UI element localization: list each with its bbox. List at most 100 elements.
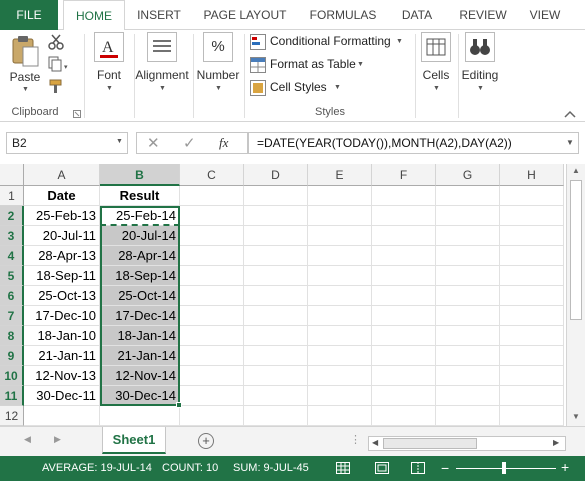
tab-review[interactable]: REVIEW: [452, 0, 514, 30]
cell-d5[interactable]: [244, 266, 308, 286]
cell-d6[interactable]: [244, 286, 308, 306]
row-header-12[interactable]: 12: [0, 406, 24, 426]
normal-view-icon[interactable]: [336, 462, 350, 474]
format-painter-icon[interactable]: [48, 78, 66, 94]
cell-f5[interactable]: [372, 266, 436, 286]
cell-c5[interactable]: [180, 266, 244, 286]
cell-h2[interactable]: [500, 206, 564, 226]
cell-b1[interactable]: Result: [100, 186, 180, 206]
page-break-view-icon[interactable]: [411, 462, 425, 474]
cell-c8[interactable]: [180, 326, 244, 346]
cell-f3[interactable]: [372, 226, 436, 246]
cell-g10[interactable]: [436, 366, 500, 386]
row-header-10[interactable]: 10: [0, 366, 24, 386]
tab-data[interactable]: DATA: [392, 0, 442, 30]
row-header-6[interactable]: 6: [0, 286, 24, 306]
cell-d7[interactable]: [244, 306, 308, 326]
cell-e10[interactable]: [308, 366, 372, 386]
cell-f9[interactable]: [372, 346, 436, 366]
collapse-ribbon-icon[interactable]: [564, 110, 576, 118]
expand-formula-icon[interactable]: ▼: [566, 138, 574, 147]
cell-h11[interactable]: [500, 386, 564, 406]
tab-insert[interactable]: INSERT: [128, 0, 190, 30]
cell-d10[interactable]: [244, 366, 308, 386]
cell-a11[interactable]: 30-Dec-11: [24, 386, 100, 406]
column-header-g[interactable]: G: [436, 164, 500, 186]
cell-g8[interactable]: [436, 326, 500, 346]
tab-view[interactable]: VIEW: [522, 0, 568, 30]
row-header-11[interactable]: 11: [0, 386, 24, 406]
cell-a10[interactable]: 12-Nov-13: [24, 366, 100, 386]
cell-c9[interactable]: [180, 346, 244, 366]
cell-g9[interactable]: [436, 346, 500, 366]
cell-a3[interactable]: 20-Jul-11: [24, 226, 100, 246]
cell-h3[interactable]: [500, 226, 564, 246]
cell-h4[interactable]: [500, 246, 564, 266]
editing-button[interactable]: Editing ▼: [460, 32, 500, 102]
column-header-f[interactable]: F: [372, 164, 436, 186]
sheet-tab-sheet1[interactable]: Sheet1: [102, 427, 166, 454]
cell-h7[interactable]: [500, 306, 564, 326]
cell-d9[interactable]: [244, 346, 308, 366]
cell-a5[interactable]: 18-Sep-11: [24, 266, 100, 286]
cell-e5[interactable]: [308, 266, 372, 286]
hscroll-thumb[interactable]: [383, 438, 477, 449]
cell-f11[interactable]: [372, 386, 436, 406]
tab-home[interactable]: HOME: [63, 0, 125, 31]
cell-d2[interactable]: [244, 206, 308, 226]
cell-g4[interactable]: [436, 246, 500, 266]
cell-d4[interactable]: [244, 246, 308, 266]
enter-icon[interactable]: ✓: [183, 134, 196, 152]
row-header-7[interactable]: 7: [0, 306, 24, 326]
cell-e8[interactable]: [308, 326, 372, 346]
name-box[interactable]: B2: [6, 132, 128, 154]
cells-button[interactable]: Cells ▼: [417, 32, 455, 102]
formula-input[interactable]: =DATE(YEAR(TODAY()),MONTH(A2),DAY(A2)): [248, 132, 579, 154]
cell-e9[interactable]: [308, 346, 372, 366]
cell-g11[interactable]: [436, 386, 500, 406]
paste-button[interactable]: Paste ▼: [6, 34, 44, 98]
worksheet-grid[interactable]: A B C D E F G H 1 Date Result 2 25-Feb-13 25-Feb-14 3 2…: [0, 164, 566, 426]
column-header-d[interactable]: D: [244, 164, 308, 186]
cell-h6[interactable]: [500, 286, 564, 306]
row-header-3[interactable]: 3: [0, 226, 24, 246]
fill-handle[interactable]: [176, 402, 182, 408]
insert-function-button[interactable]: fx: [219, 135, 228, 151]
cell-d12[interactable]: [244, 406, 308, 426]
scroll-down-icon[interactable]: ▼: [572, 412, 580, 421]
cell-d8[interactable]: [244, 326, 308, 346]
cell-c6[interactable]: [180, 286, 244, 306]
tab-file[interactable]: FILE: [0, 0, 58, 30]
zoom-slider[interactable]: [456, 468, 556, 469]
chevron-down-icon[interactable]: ▼: [116, 138, 123, 145]
tab-formulas[interactable]: FORMULAS: [304, 0, 382, 30]
scroll-thumb[interactable]: [570, 180, 582, 320]
cell-e11[interactable]: [308, 386, 372, 406]
format-as-table-button[interactable]: Format as Table ▼: [250, 57, 370, 75]
horizontal-scrollbar[interactable]: ◀ ▶: [368, 436, 566, 451]
column-header-b[interactable]: B: [100, 164, 180, 186]
cell-h10[interactable]: [500, 366, 564, 386]
cell-f7[interactable]: [372, 306, 436, 326]
cell-g2[interactable]: [436, 206, 500, 226]
font-button[interactable]: A Font ▼: [90, 32, 128, 102]
cell-c12[interactable]: [180, 406, 244, 426]
new-sheet-button[interactable]: +: [198, 433, 214, 449]
cell-c1[interactable]: [180, 186, 244, 206]
cell-c3[interactable]: [180, 226, 244, 246]
column-header-e[interactable]: E: [308, 164, 372, 186]
cell-c11[interactable]: [180, 386, 244, 406]
cell-f1[interactable]: [372, 186, 436, 206]
cell-h12[interactable]: [500, 406, 564, 426]
prev-sheet-icon[interactable]: ◀: [24, 434, 31, 445]
cell-g6[interactable]: [436, 286, 500, 306]
cut-icon[interactable]: [48, 34, 64, 50]
row-header-2[interactable]: 2: [0, 206, 24, 226]
cell-e12[interactable]: [308, 406, 372, 426]
row-header-5[interactable]: 5: [0, 266, 24, 286]
cell-e7[interactable]: [308, 306, 372, 326]
cell-b12[interactable]: [100, 406, 180, 426]
row-header-1[interactable]: 1: [0, 186, 24, 206]
cell-h8[interactable]: [500, 326, 564, 346]
cell-styles-button[interactable]: Cell Styles ▼: [250, 80, 360, 98]
